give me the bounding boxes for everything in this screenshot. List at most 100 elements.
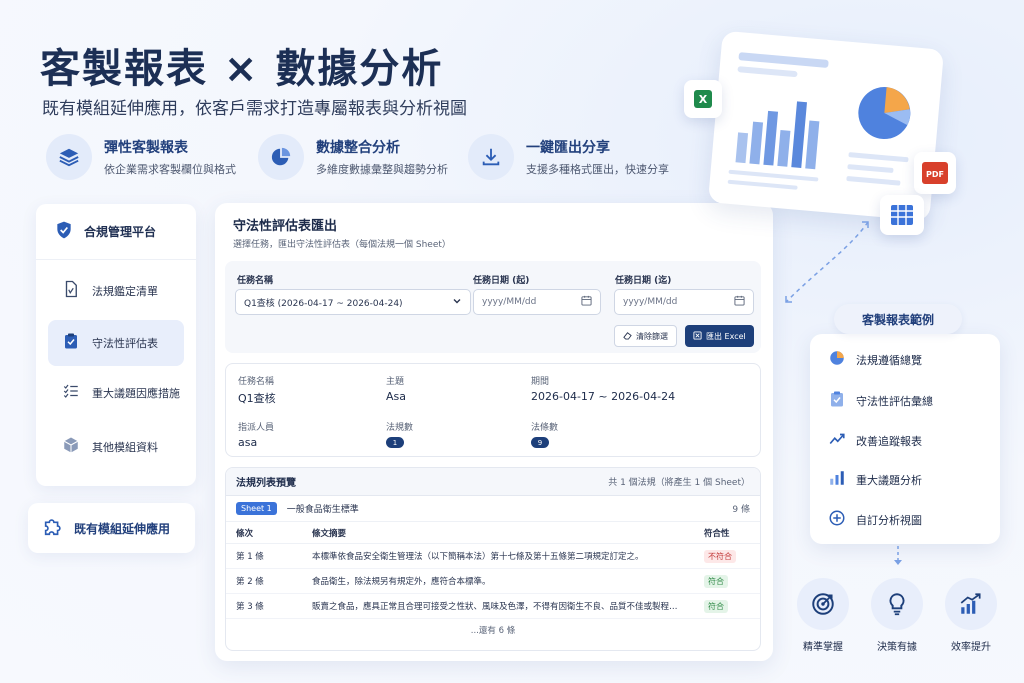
panel-subtitle: 選擇任務，匯出守法性評估表（每個法規一個 Sheet） [233,240,451,250]
status-badge: 符合 [704,574,728,588]
puzzle-icon [42,515,64,541]
feature-desc: 支援多種格式匯出，快速分享 [526,163,669,176]
task-name-value: Q1查核 [238,392,276,405]
sidebar-item-label: 其他模組資料 [92,441,158,454]
preview-summary: 共 1 個法規（將產生 1 個 Sheet） [608,478,750,488]
calendar-icon [734,295,745,309]
bar-chart-icon [828,469,846,491]
chevron-down-icon [452,296,462,309]
sidebar-item-label: 重大議題因應措施 [92,387,180,400]
assignee-key: 指派人員 [238,423,275,433]
benefit-precision: 精準掌握 [794,578,852,653]
box-icon [62,436,80,458]
date-from-input[interactable]: yyyy/MM/dd [473,289,601,315]
shield-icon [54,220,74,244]
hero-subtitle: 既有模組延伸應用，依客戶需求打造專屬報表與分析視圖 [42,99,467,119]
lightbulb-icon [871,578,923,630]
feature-one-click-export: 一鍵匯出分享 支援多種格式匯出，快速分享 [468,132,669,182]
hero-title: 客製報表 × 數據分析 [40,46,444,92]
example-label: 重大議題分析 [856,474,922,487]
report-examples-title: 客製報表範例 [834,304,962,334]
connector-arrow-icon [785,221,869,303]
clipboard-check-icon [62,332,80,354]
article-count-key: 法條數 [531,423,559,433]
task-name-label: 任務名稱 [237,276,274,286]
excel-letter: X [699,93,708,106]
sidebar-item-other-modules[interactable]: 其他模組資料 [48,424,184,470]
pie-chart-icon [828,349,846,371]
table-grid-icon [880,195,924,235]
checklist-icon [62,382,80,404]
article-number: 第 3 條 [236,602,264,612]
sidebar-item-label: 守法性評估表 [92,337,158,350]
task-name-key: 任務名稱 [238,377,275,387]
sidebar-item-label: 法規鑑定清單 [92,285,158,298]
sidebar-item-major-issues[interactable]: 重大議題因應措施 [48,370,184,416]
feature-data-integration: 數據整合分析 多維度數據彙整與趨勢分析 [258,132,448,182]
example-custom-view[interactable]: 自訂分析視圖 [828,508,922,532]
export-excel-button[interactable]: 匯出 Excel [685,325,754,347]
date-from-label: 任務日期 (起) [473,276,530,286]
feature-title: 一鍵匯出分享 [526,140,610,156]
sidebar: 合規管理平台 法規鑑定清單 守法性評估表 重大議題因應措施 其他模組資料 [36,204,196,486]
clear-filter-label: 清除篩選 [636,331,668,341]
regulation-preview: 法規列表預覽 共 1 個法規（將產生 1 個 Sheet） Sheet 1 一般… [225,467,761,651]
excel-file-icon: X [684,80,722,118]
down-arrow-icon [894,546,902,565]
sheet-article-count: 9 條 [732,505,750,515]
task-select-value: Q1查核 (2026-04-17 ~ 2026-04-24) [244,298,403,309]
date-to-placeholder: yyyy/MM/dd [623,297,678,307]
more-articles[interactable]: ...還有 6 條 [226,619,760,636]
date-to-input[interactable]: yyyy/MM/dd [614,289,754,315]
pie-chart-icon [258,134,304,180]
target-icon [797,578,849,630]
table-row: 第 2 條 食品衛生，除法規另有規定外，應符合本標準。 符合 [226,569,760,594]
module-extension-card[interactable]: 既有模組延伸應用 [28,503,195,553]
example-improvement-tracking[interactable]: 改善追蹤報表 [828,429,922,453]
task-select[interactable]: Q1查核 (2026-04-17 ~ 2026-04-24) [235,289,471,315]
layers-icon [46,134,92,180]
excel-icon [693,330,702,342]
status-badge: 不符合 [704,549,736,563]
article-number: 第 1 條 [236,552,264,562]
table-header: 條次 條文摘要 符合性 [226,522,760,544]
pdf-file-icon: PDF [914,152,956,194]
task-info-section: 任務名稱 Q1查核 主題 Asa 期間 2026-04-17 ~ 2026-04… [225,363,761,457]
export-panel: 守法性評估表匯出 選擇任務，匯出守法性評估表（每個法規一個 Sheet） 任務名… [215,203,773,661]
sheet-row[interactable]: Sheet 1 一般食品衛生標準 9 條 [226,496,760,522]
plus-circle-icon [828,509,846,531]
clipboard-check-icon [828,390,846,412]
sidebar-item-regulation-list[interactable]: 法規鑑定清單 [48,268,184,314]
example-label: 守法性評估彙總 [856,395,933,408]
table-row: 第 3 條 販賣之食品，應具正常且合理可接受之性狀、風味及色澤，不得有因衛生不良… [226,594,760,619]
report-examples-card: 法規遵循總覽 守法性評估彙總 改善追蹤報表 重大議題分析 自訂分析視圖 [810,334,1000,544]
dashboard-chart-icon [727,52,911,190]
article-summary: 食品衛生，除法規另有規定外，應符合本標準。 [312,577,491,587]
article-number: 第 2 條 [236,577,264,587]
feature-desc: 多維度數據彙整與趨勢分析 [316,163,448,176]
article-summary: 販賣之食品，應具正常且合理可接受之性狀、風味及色澤，不得有因衛生不良、品質不佳或… [312,602,678,612]
column-header: 符合性 [704,528,730,539]
column-header: 條次 [236,528,254,539]
feature-flexible-report: 彈性客製報表 依企業需求客製欄位與格式 [46,132,236,182]
filter-section: 任務名稱 Q1查核 (2026-04-17 ~ 2026-04-24) 任務日期… [225,261,761,353]
panel-title: 守法性評估表匯出 [233,219,338,234]
clear-filter-button[interactable]: 清除篩選 [614,325,677,347]
download-icon [468,134,514,180]
preview-title: 法規列表預覽 [236,478,296,489]
example-major-issue-analysis[interactable]: 重大議題分析 [828,468,922,492]
eraser-icon [623,331,632,342]
benefit-label: 效率提升 [951,642,991,653]
article-summary: 本標準依食品安全衛生管理法（以下簡稱本法）第十七條及第十五條第二項規定訂定之。 [312,552,644,562]
example-compliance-overview[interactable]: 法規遵循總覽 [828,348,922,372]
example-label: 改善追蹤報表 [856,435,922,448]
growth-chart-icon [945,578,997,630]
column-header: 條文摘要 [312,528,347,539]
feature-desc: 依企業需求客製欄位與格式 [104,163,236,176]
example-label: 法規遵循總覽 [856,354,922,367]
benefit-decision: 決策有據 [868,578,926,653]
sidebar-item-compliance-eval[interactable]: 守法性評估表 [48,320,184,366]
table-row: 第 1 條 本標準依食品安全衛生管理法（以下簡稱本法）第十七條及第十五條第二項規… [226,544,760,569]
example-evaluation-summary[interactable]: 守法性評估彙總 [828,389,933,413]
sheet-tag: Sheet 1 [236,502,277,515]
